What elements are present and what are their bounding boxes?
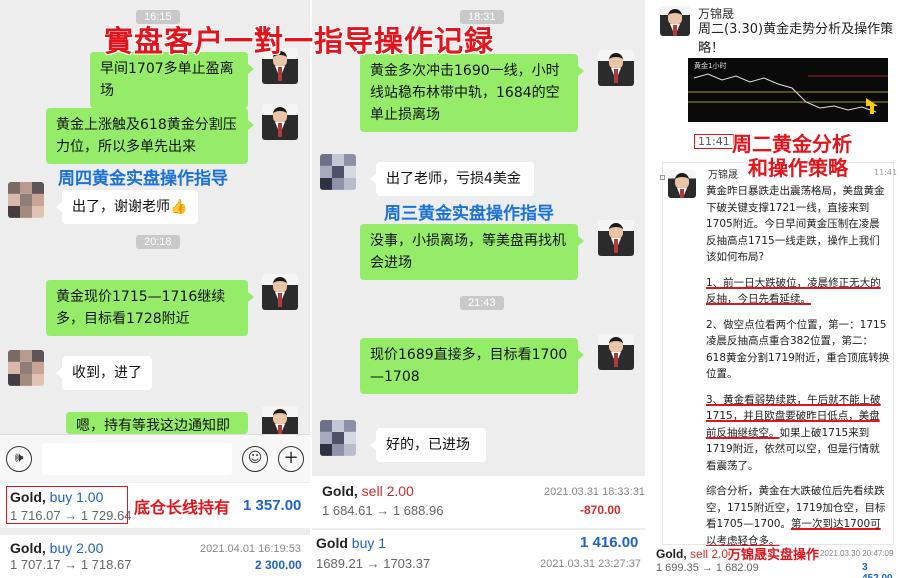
trade-datetime: 2021.03.31 23:27:37 [540,558,641,570]
chat-panel-wednesday: 18:31 黄金多次冲击1690一线，小时线站稳布林带中轨，1684的空单止损离… [312,0,645,578]
teacher-avatar[interactable] [598,334,634,370]
analysis-panel-tuesday: 万锦晟 周二(3.30)黄金走势分析及操作策略！ 黄金1小时 11:41 万锦晟… [648,0,900,578]
teacher-avatar[interactable] [262,104,298,140]
article-paragraph: 1、前一日大跌破位，凌晨修正无大的反抽，今日先看延续。 [706,276,881,306]
trade-loss: -870.00 [580,503,621,517]
trade-symbol: Gold buy 1 [316,535,387,551]
message-bubble-sent[interactable]: 现价1689直接多，目标看1700—1708 [360,338,584,394]
trade-side: buy 2.00 [49,540,104,556]
trade-datetime: 2021.04.01 16:19:53 [200,543,301,555]
timestamp: 20:18 [136,235,180,249]
post-time: 11:41 [874,168,898,177]
live-trade-label: 万锦晟实盘操作 [728,548,820,563]
trade-record[interactable]: Gold buy 1 1689.21 → 1703.37 2021.03.31 … [312,530,645,578]
teacher-avatar[interactable] [598,50,634,86]
trade-datetime: 2021.03.31 18:33:31 [544,486,645,498]
trade-prices: 1 699.35 → 1 682.09 [656,562,759,574]
trade-side: buy 1 [351,535,387,551]
author-avatar[interactable] [660,6,690,36]
article-paragraph: 黄金昨日暴跌走出震荡格局，美盘黄金下破关键支撑1721一线，直接来到1705附近… [706,185,885,263]
trade-datetime: 2021.03.30 20:47:09 [820,549,894,558]
trade-symbol: Gold, sell 2.00 [322,483,414,499]
post-time: 11:41 [694,134,734,149]
message-bubble-received[interactable]: 出了老师，亏损4美金 [370,162,534,196]
timestamp: 21:43 [460,296,504,310]
message-input-bar: 🕪 ☺ + [0,434,310,482]
trade-prices: 1689.21 → 1703.37 [316,556,431,571]
article-body: 黄金昨日暴跌走出震荡格局，美盘黄金下破关键支撑1721一线，直接来到1705附近… [706,183,890,558]
message-bubble-received[interactable]: 出了，谢谢老师👍 [56,190,198,224]
trade-record[interactable]: Gold, buy 2.00 1 707.17 → 1 718.67 2021.… [0,535,310,578]
teacher-avatar[interactable] [598,220,634,256]
trade-profit: 3 452.00 [862,562,893,578]
message-bubble-sent[interactable]: 嗯，持有等我这边通知即可 [66,412,248,434]
client-avatar-blurred[interactable] [8,182,44,218]
wednesday-label-overlay: 周三黄金实盘操作指导 [384,204,554,224]
teacher-avatar[interactable] [262,274,298,310]
author-avatar[interactable] [668,170,696,198]
add-icon[interactable]: + [278,446,304,472]
client-avatar-blurred[interactable] [8,350,44,386]
client-avatar-blurred[interactable] [320,154,356,190]
message-bubble-received[interactable]: 收到，进了 [56,356,152,390]
thursday-label-overlay: 周四黄金实盘操作指导 [58,169,228,189]
message-bubble-sent[interactable]: 黄金现价1715—1716继续多，目标看1728附近 [46,280,254,336]
trade-profit: 1 357.00 [243,497,302,514]
post-title[interactable]: 周二(3.30)黄金走势分析及操作策略！ [698,20,894,58]
trade-record[interactable]: Gold, sell 2.00 1 684.61 → 1 688.96 2021… [312,476,645,528]
message-text: 出了，谢谢老师 [72,199,170,215]
message-input[interactable] [42,443,232,475]
trade-profit: 2 300.00 [255,558,302,572]
voice-icon[interactable]: 🕪 [6,446,32,472]
trade-symbol: Gold, buy 2.00 [10,540,104,556]
author-name: 万锦晟 [708,170,738,181]
client-avatar-blurred[interactable] [320,420,356,456]
message-bubble-sent[interactable]: 早间1707多单止盈离场 [90,52,254,108]
emoji-icon[interactable]: ☺ [242,446,268,472]
checkbox-icon[interactable] [660,175,665,180]
message-bubble-sent[interactable]: 没事，小损离场，等美盘再找机会进场 [360,224,584,280]
trade-prices: 1 707.17 → 1 718.67 [10,557,132,572]
article-paragraph: 2、做空点位看两个位置，第一：1715凌晨反抽高点重合382位置，第二：618黄… [706,318,890,381]
article-paragraph: 综合分析，黄金在大跌破位后先看续跌空，1715附近空，1719加仓空，目标看17… [706,485,886,547]
thumbs-up-emoji: 👍 [170,199,188,215]
main-title-overlay: 實盘客户一對一指导操作记録 [104,24,495,58]
article-paragraph: 3、黄金看弱势续跌，午后就不能上破1715，并且欧盘要破昨日低点，美盘前反抽继续… [706,393,881,472]
trade-profit: 1 416.00 [580,534,639,551]
trade-side: sell 2.00 [361,483,414,499]
highlight-box [6,486,128,524]
chart-caption: 黄金1小时 [694,62,727,70]
long-hold-label: 底仓长线持有 [134,498,231,517]
message-bubble-received[interactable]: 好的，已进场 [370,428,486,462]
trade-symbol: Gold, sell 2.00 [656,547,735,561]
trade-prices: 1 684.61 → 1 688.96 [322,503,444,518]
screenshot-collage: 16:15 早间1707多单止盈离场 黄金上涨触及618黄金分割压力位，所以多单… [0,0,900,578]
gold-hourly-chart-thumbnail[interactable]: 黄金1小时 [688,58,888,122]
message-bubble-sent[interactable]: 黄金上涨触及618黄金分割压力位，所以多单先出来 [46,108,254,164]
message-bubble-sent[interactable]: 黄金多次冲击1690一线，小时线站稳布林带中轨，1684的空单止损离场 [360,54,584,132]
tuesday-label-overlay-2: 和操作策略 [748,156,848,180]
